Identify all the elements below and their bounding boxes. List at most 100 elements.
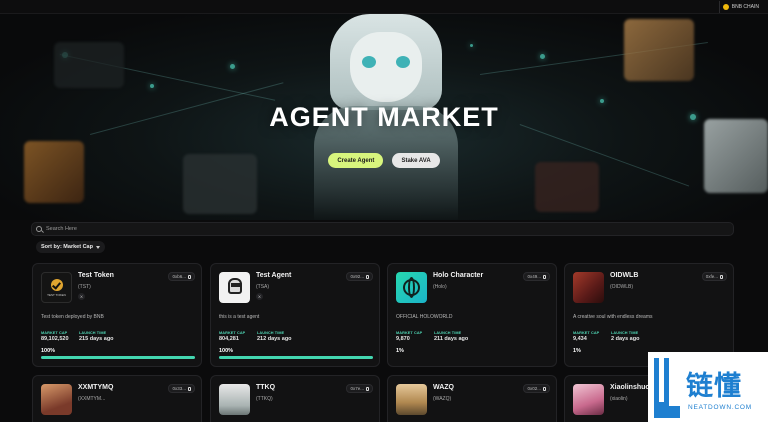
agent-avatar [219, 384, 250, 415]
agent-description: OFFICIAL HOLOWORLD [396, 314, 453, 320]
agent-avatar [219, 272, 250, 303]
bnb-chain-icon [722, 4, 729, 10]
agent-card[interactable]: TTKQ (TTKQ) 0x7e... [210, 375, 380, 422]
address-copy-button[interactable]: 0x92... [346, 272, 373, 281]
create-agent-button[interactable]: Create Agent [328, 153, 384, 168]
x-social-icon[interactable]: X [256, 293, 263, 300]
x-social-icon[interactable]: X [78, 293, 85, 300]
copy-icon [543, 386, 546, 391]
copy-icon [188, 386, 191, 391]
market-cap-value: 89,102,520 [41, 336, 69, 342]
contract-address: 0x02... [527, 386, 541, 391]
agent-ticker: (TST) [78, 284, 91, 290]
contract-address: 0xb6... [172, 274, 186, 279]
logo-chinese-text: 链懂 [686, 371, 742, 402]
launch-time-label: LAUNCH TIME [79, 331, 107, 335]
copy-icon [543, 274, 546, 279]
search-input[interactable] [46, 226, 646, 232]
agent-description: Test token deployed by BNB [41, 314, 104, 320]
blurred-card-art [54, 42, 124, 88]
address-copy-button[interactable]: 0xfe... [701, 272, 727, 281]
bonding-progress-bar [41, 356, 195, 359]
contract-address: 0x7e... [350, 386, 364, 391]
stake-ava-button[interactable]: Stake AVA [392, 153, 440, 168]
bonding-progress-bar [219, 356, 373, 359]
bonding-progress-percent: 100% [219, 348, 234, 354]
blurred-card-art [24, 141, 84, 203]
copy-icon [366, 386, 369, 391]
agent-ticker: (TTKQ) [256, 396, 273, 402]
market-cap-label: MARKET CAP [41, 331, 68, 335]
chain-label: BNB CHAIN [731, 4, 759, 10]
agent-avatar [41, 384, 72, 415]
chain-selector[interactable]: BNB CHAIN [718, 1, 764, 13]
agent-name: XXMTYMQ [78, 384, 114, 391]
address-copy-button[interactable]: 0x02... [523, 384, 550, 393]
search-icon [36, 226, 42, 232]
copy-icon [188, 274, 191, 279]
contract-address: 0x92... [350, 274, 364, 279]
address-copy-button[interactable]: 0x33... [168, 384, 195, 393]
bonding-progress-percent: 100% [41, 348, 56, 354]
agent-name: OIDWLB [610, 272, 639, 279]
top-bar: BNB CHAIN [0, 0, 768, 14]
copy-icon [720, 274, 723, 279]
checkmark-coin-icon [50, 278, 63, 291]
agent-description: A creative soul with endless dreams [573, 314, 653, 320]
market-cap-label: MARKET CAP [219, 331, 246, 335]
market-cap-value: 9,870 [396, 336, 410, 342]
market-cap-value: 804,281 [219, 336, 239, 342]
bonding-progress-percent: 1% [396, 348, 404, 354]
agent-ticker: (TSA) [256, 284, 270, 290]
agent-ticker: (OIDWLB) [610, 284, 634, 290]
copy-icon [366, 274, 369, 279]
agent-card[interactable]: WAZQ (WAZQ) 0x02... [387, 375, 557, 422]
agent-ticker: (xiaolin) [610, 396, 628, 402]
sort-label: Sort by: Market Cap [41, 244, 93, 250]
agent-name: WAZQ [433, 384, 454, 391]
contract-address: 0x33... [172, 386, 186, 391]
launch-time-label: LAUNCH TIME [611, 331, 639, 335]
launch-time-value: 212 days ago [257, 336, 292, 342]
sort-dropdown[interactable]: Sort by: Market Cap [36, 241, 105, 253]
market-cap-label: MARKET CAP [573, 331, 600, 335]
hero-actions: Create Agent Stake AVA [0, 153, 768, 168]
hero-banner: AGENT MARKET Create Agent Stake AVA [0, 14, 768, 220]
agent-card[interactable]: TEST TOKEN Test Token (TST) X 0xb6... Te… [32, 263, 202, 367]
agent-name: Test Agent [256, 272, 292, 279]
address-copy-button[interactable]: 0x7e... [346, 384, 373, 393]
agent-avatar [573, 272, 604, 303]
launch-time-value: 215 days ago [79, 336, 114, 342]
launch-time-label: LAUNCH TIME [257, 331, 285, 335]
launch-time-value: 211 days ago [434, 336, 469, 342]
agent-ticker: (Holo) [433, 284, 447, 290]
agent-ticker: (XXMTYM... [78, 396, 106, 402]
page-title: AGENT MARKET [269, 102, 499, 132]
agent-ticker: (WAZQ) [433, 396, 452, 402]
launch-time-value: 2 days ago [611, 336, 640, 342]
contract-address: 0xfe... [705, 274, 718, 279]
launch-time-label: LAUNCH TIME [434, 331, 462, 335]
blurred-card-art [624, 19, 694, 81]
agent-name: Holo Character [433, 272, 484, 279]
agent-avatar [573, 384, 604, 415]
token-avatar: TEST TOKEN [41, 272, 72, 303]
market-cap-label: MARKET CAP [396, 331, 423, 335]
address-copy-button[interactable]: 0xb6... [168, 272, 195, 281]
agent-description: this is a test agent [219, 314, 260, 320]
search-bar[interactable] [31, 222, 734, 236]
chevron-down-icon [95, 245, 100, 249]
agent-card[interactable]: Holo Character (Holo) 0x49... OFFICIAL H… [387, 263, 557, 367]
address-copy-button[interactable]: 0x49... [523, 272, 550, 281]
market-cap-value: 9,434 [573, 336, 587, 342]
agent-card[interactable]: XXMTYMQ (XXMTYM... 0x33... [32, 375, 202, 422]
agent-name: TTKQ [256, 384, 276, 391]
contract-address: 0x49... [527, 274, 541, 279]
logo-english-text: NEATDOWN.COM [688, 404, 753, 411]
neatdown-watermark-logo: 链懂 NEATDOWN.COM [648, 352, 768, 422]
blurred-card-art [535, 162, 599, 212]
agent-avatar [396, 272, 427, 303]
agent-card[interactable]: Test Agent (TSA) X 0x92... this is a tes… [210, 263, 380, 367]
agent-name: Xiaolinshuo [610, 384, 650, 391]
avatar-label: TEST TOKEN [47, 292, 66, 297]
